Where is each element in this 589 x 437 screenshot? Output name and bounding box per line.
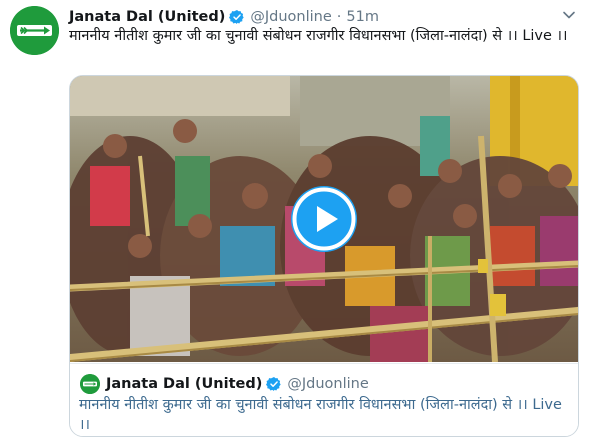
- media-card[interactable]: Janata Dal (United) @Jduonline माननीय नी…: [69, 75, 579, 437]
- tweet-header: Janata Dal (United) @Jduonline · 51m: [69, 6, 379, 28]
- quoted-author-name: Janata Dal (United): [106, 376, 263, 392]
- quoted-text: माननीय नीतीश कुमार जी का चुनावी संबोधन र…: [79, 397, 562, 433]
- quoted-header: Janata Dal (United) @Jduonline: [106, 373, 369, 395]
- play-button[interactable]: [290, 185, 358, 253]
- tweet-timestamp[interactable]: 51m: [346, 9, 379, 25]
- tweet[interactable]: Janata Dal (United) @Jduonline · 51m मान…: [0, 0, 589, 437]
- more-options-button[interactable]: [556, 4, 582, 26]
- quoted-handle: @Jduonline: [287, 376, 369, 392]
- separator-dot: ·: [336, 9, 342, 25]
- author-handle[interactable]: @Jduonline: [250, 9, 331, 25]
- verified-badge-icon: [266, 376, 282, 392]
- play-icon: [291, 186, 357, 252]
- quoted-tweet[interactable]: Janata Dal (United) @Jduonline माननीय नी…: [70, 363, 578, 436]
- author-name[interactable]: Janata Dal (United): [69, 9, 225, 25]
- chevron-down-icon: [563, 11, 575, 19]
- tweet-text: माननीय नीतीश कुमार जी का चुनावी संबोधन र…: [69, 28, 568, 44]
- profile-avatar[interactable]: [10, 6, 59, 55]
- arrow-logo-icon: [10, 6, 59, 55]
- verified-badge-icon: [229, 9, 245, 25]
- quoted-avatar: [80, 374, 100, 394]
- arrow-logo-icon: [80, 374, 100, 394]
- video-thumbnail[interactable]: [70, 76, 578, 362]
